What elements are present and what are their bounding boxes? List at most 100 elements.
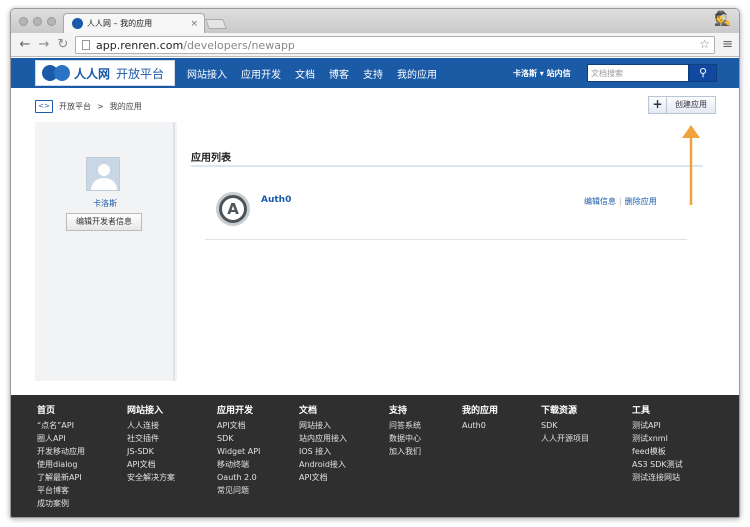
footer-link[interactable]: 人人开源项目	[541, 432, 589, 445]
app-logo-letter: A	[222, 198, 244, 220]
breadcrumb-root[interactable]: 开放平台	[59, 101, 91, 112]
incognito-icon: 🕵	[714, 11, 732, 27]
footer-link[interactable]: 平台博客	[37, 484, 85, 497]
nav-link[interactable]: 博客	[329, 66, 349, 81]
main-nav: 网站接入 应用开发 文档 博客 支持 我的应用	[187, 58, 451, 88]
footer-link[interactable]: 成功案例	[37, 497, 85, 510]
renren-logo-icon	[42, 65, 72, 81]
footer-link[interactable]: Oauth 2.0	[217, 471, 260, 484]
content-area: 卡洛斯 编辑开发者信息 应用列表 A Auth0 编辑信息 | 删除应用	[35, 122, 718, 381]
page-title: 应用列表	[191, 153, 231, 164]
footer-link[interactable]: 测试API	[632, 419, 683, 432]
new-tab-button[interactable]	[205, 19, 227, 29]
bookmark-star-icon[interactable]: ☆	[699, 37, 710, 51]
user-menu[interactable]: 卡洛斯 ▾ 站内信	[513, 68, 571, 79]
footer-column: 网站接入 人人连接 社交插件 JS-SDK API文档 安全解决方案	[127, 403, 175, 484]
footer-column: 支持 问答系统 数据中心 加入我们	[389, 403, 421, 458]
footer-link[interactable]: 加入我们	[389, 445, 421, 458]
footer-link[interactable]: SDK	[217, 432, 260, 445]
nav-link[interactable]: 支持	[363, 66, 383, 81]
edit-app-link[interactable]: 编辑信息	[584, 197, 616, 206]
app-logo[interactable]: A	[216, 192, 250, 226]
search-button[interactable]: ⚲	[689, 64, 717, 82]
reload-icon[interactable]: ↻	[55, 37, 71, 52]
footer-heading[interactable]: 我的应用	[462, 403, 498, 416]
footer-link[interactable]: Android接入	[299, 458, 347, 471]
browser-menu-icon[interactable]: ≡	[722, 37, 733, 52]
favicon-icon	[72, 18, 83, 29]
footer-link[interactable]: Auth0	[462, 419, 498, 432]
tab-title: 人人网 – 我的应用	[87, 19, 153, 28]
footer-link[interactable]: 人人连接	[127, 419, 175, 432]
footer-link[interactable]: SDK	[541, 419, 589, 432]
site-header: 人人网 开放平台 网站接入 应用开发 文档 博客 支持 我的应用 卡洛斯 ▾ 站…	[11, 58, 739, 88]
footer-link[interactable]: AS3 SDK测试	[632, 458, 683, 471]
footer-column: 下载资源 SDK 人人开源项目	[541, 403, 589, 445]
browser-tab[interactable]: 人人网 – 我的应用 ×	[63, 13, 205, 33]
avatar[interactable]	[86, 157, 120, 191]
footer-heading[interactable]: 网站接入	[127, 403, 175, 416]
nav-link[interactable]: 网站接入	[187, 66, 227, 81]
code-icon: <>	[35, 100, 53, 113]
browser-window: 人人网 – 我的应用 × 🕵 ← → ↻ app.renren.com/deve…	[10, 8, 740, 518]
create-app-button[interactable]: + 创建应用	[648, 96, 716, 114]
nav-link[interactable]: 应用开发	[241, 66, 281, 81]
footer-heading[interactable]: 文档	[299, 403, 347, 416]
url-host: app.renren.com	[96, 38, 184, 52]
footer-link[interactable]: 常见问题	[217, 484, 260, 497]
breadcrumb-current[interactable]: 我的应用	[110, 101, 142, 112]
footer-link[interactable]: IOS 接入	[299, 445, 347, 458]
footer-link[interactable]: 开发移动应用	[37, 445, 85, 458]
developer-sidebar: 卡洛斯 编辑开发者信息	[35, 122, 175, 381]
nav-link[interactable]: 文档	[295, 66, 315, 81]
minimize-window-button[interactable]	[33, 17, 42, 26]
footer-heading[interactable]: 应用开发	[217, 403, 260, 416]
tab-close-icon[interactable]: ×	[190, 19, 198, 29]
zoom-window-button[interactable]	[47, 17, 56, 26]
nav-link[interactable]: 我的应用	[397, 66, 437, 81]
close-window-button[interactable]	[19, 17, 28, 26]
footer-link[interactable]: 社交插件	[127, 432, 175, 445]
footer-link[interactable]: Widget API	[217, 445, 260, 458]
footer-link[interactable]: 测试xnml	[632, 432, 683, 445]
footer-link[interactable]: 使用dialog	[37, 458, 85, 471]
footer-link[interactable]: “点名”API	[37, 419, 85, 432]
page-icon	[82, 40, 90, 50]
site-logo[interactable]: 人人网 开放平台	[35, 60, 175, 86]
footer-column: 工具 测试API 测试xnml feed模板 AS3 SDK测试 测试连接网站	[632, 403, 683, 484]
footer-heading[interactable]: 首页	[37, 403, 85, 416]
footer-link[interactable]: 网站接入	[299, 419, 347, 432]
footer-link[interactable]: feed模板	[632, 445, 683, 458]
footer-link[interactable]: 站内应用接入	[299, 432, 347, 445]
footer-link[interactable]: API文档	[217, 419, 260, 432]
browser-toolbar: ← → ↻ app.renren.com/developers/newapp ☆…	[11, 33, 739, 57]
doc-search-input[interactable]: 文档搜索	[587, 64, 689, 82]
footer-link[interactable]: 安全解决方案	[127, 471, 175, 484]
site-footer: 首页 “点名”API 圈人API 开发移动应用 使用dialog 了解最新API…	[11, 395, 739, 517]
app-name-link[interactable]: Auth0	[261, 195, 291, 205]
footer-heading[interactable]: 工具	[632, 403, 683, 416]
footer-link[interactable]: 测试连接网站	[632, 471, 683, 484]
forward-icon[interactable]: →	[36, 37, 52, 52]
footer-link[interactable]: JS-SDK	[127, 445, 175, 458]
annotation-arrow	[682, 125, 700, 205]
developer-name[interactable]: 卡洛斯	[35, 198, 175, 209]
create-app-label: 创建应用	[675, 100, 707, 109]
footer-link[interactable]: 数据中心	[389, 432, 421, 445]
footer-link[interactable]: 圈人API	[37, 432, 85, 445]
footer-link[interactable]: 问答系统	[389, 419, 421, 432]
footer-link[interactable]: API文档	[299, 471, 347, 484]
address-bar[interactable]: app.renren.com/developers/newapp ☆	[75, 36, 715, 54]
footer-link[interactable]: 移动终端	[217, 458, 260, 471]
delete-app-link[interactable]: 删除应用	[625, 197, 657, 206]
footer-heading[interactable]: 下载资源	[541, 403, 589, 416]
footer-link[interactable]: 了解最新API	[37, 471, 85, 484]
url-path: /developers/newapp	[183, 38, 295, 52]
app-actions: 编辑信息 | 删除应用	[584, 197, 657, 206]
footer-link[interactable]: API文档	[127, 458, 175, 471]
footer-heading[interactable]: 支持	[389, 403, 421, 416]
back-icon[interactable]: ←	[17, 37, 33, 52]
edit-developer-button[interactable]: 编辑开发者信息	[66, 213, 142, 231]
plus-icon: +	[649, 97, 667, 113]
breadcrumb: <> 开放平台 > 我的应用	[35, 100, 142, 113]
